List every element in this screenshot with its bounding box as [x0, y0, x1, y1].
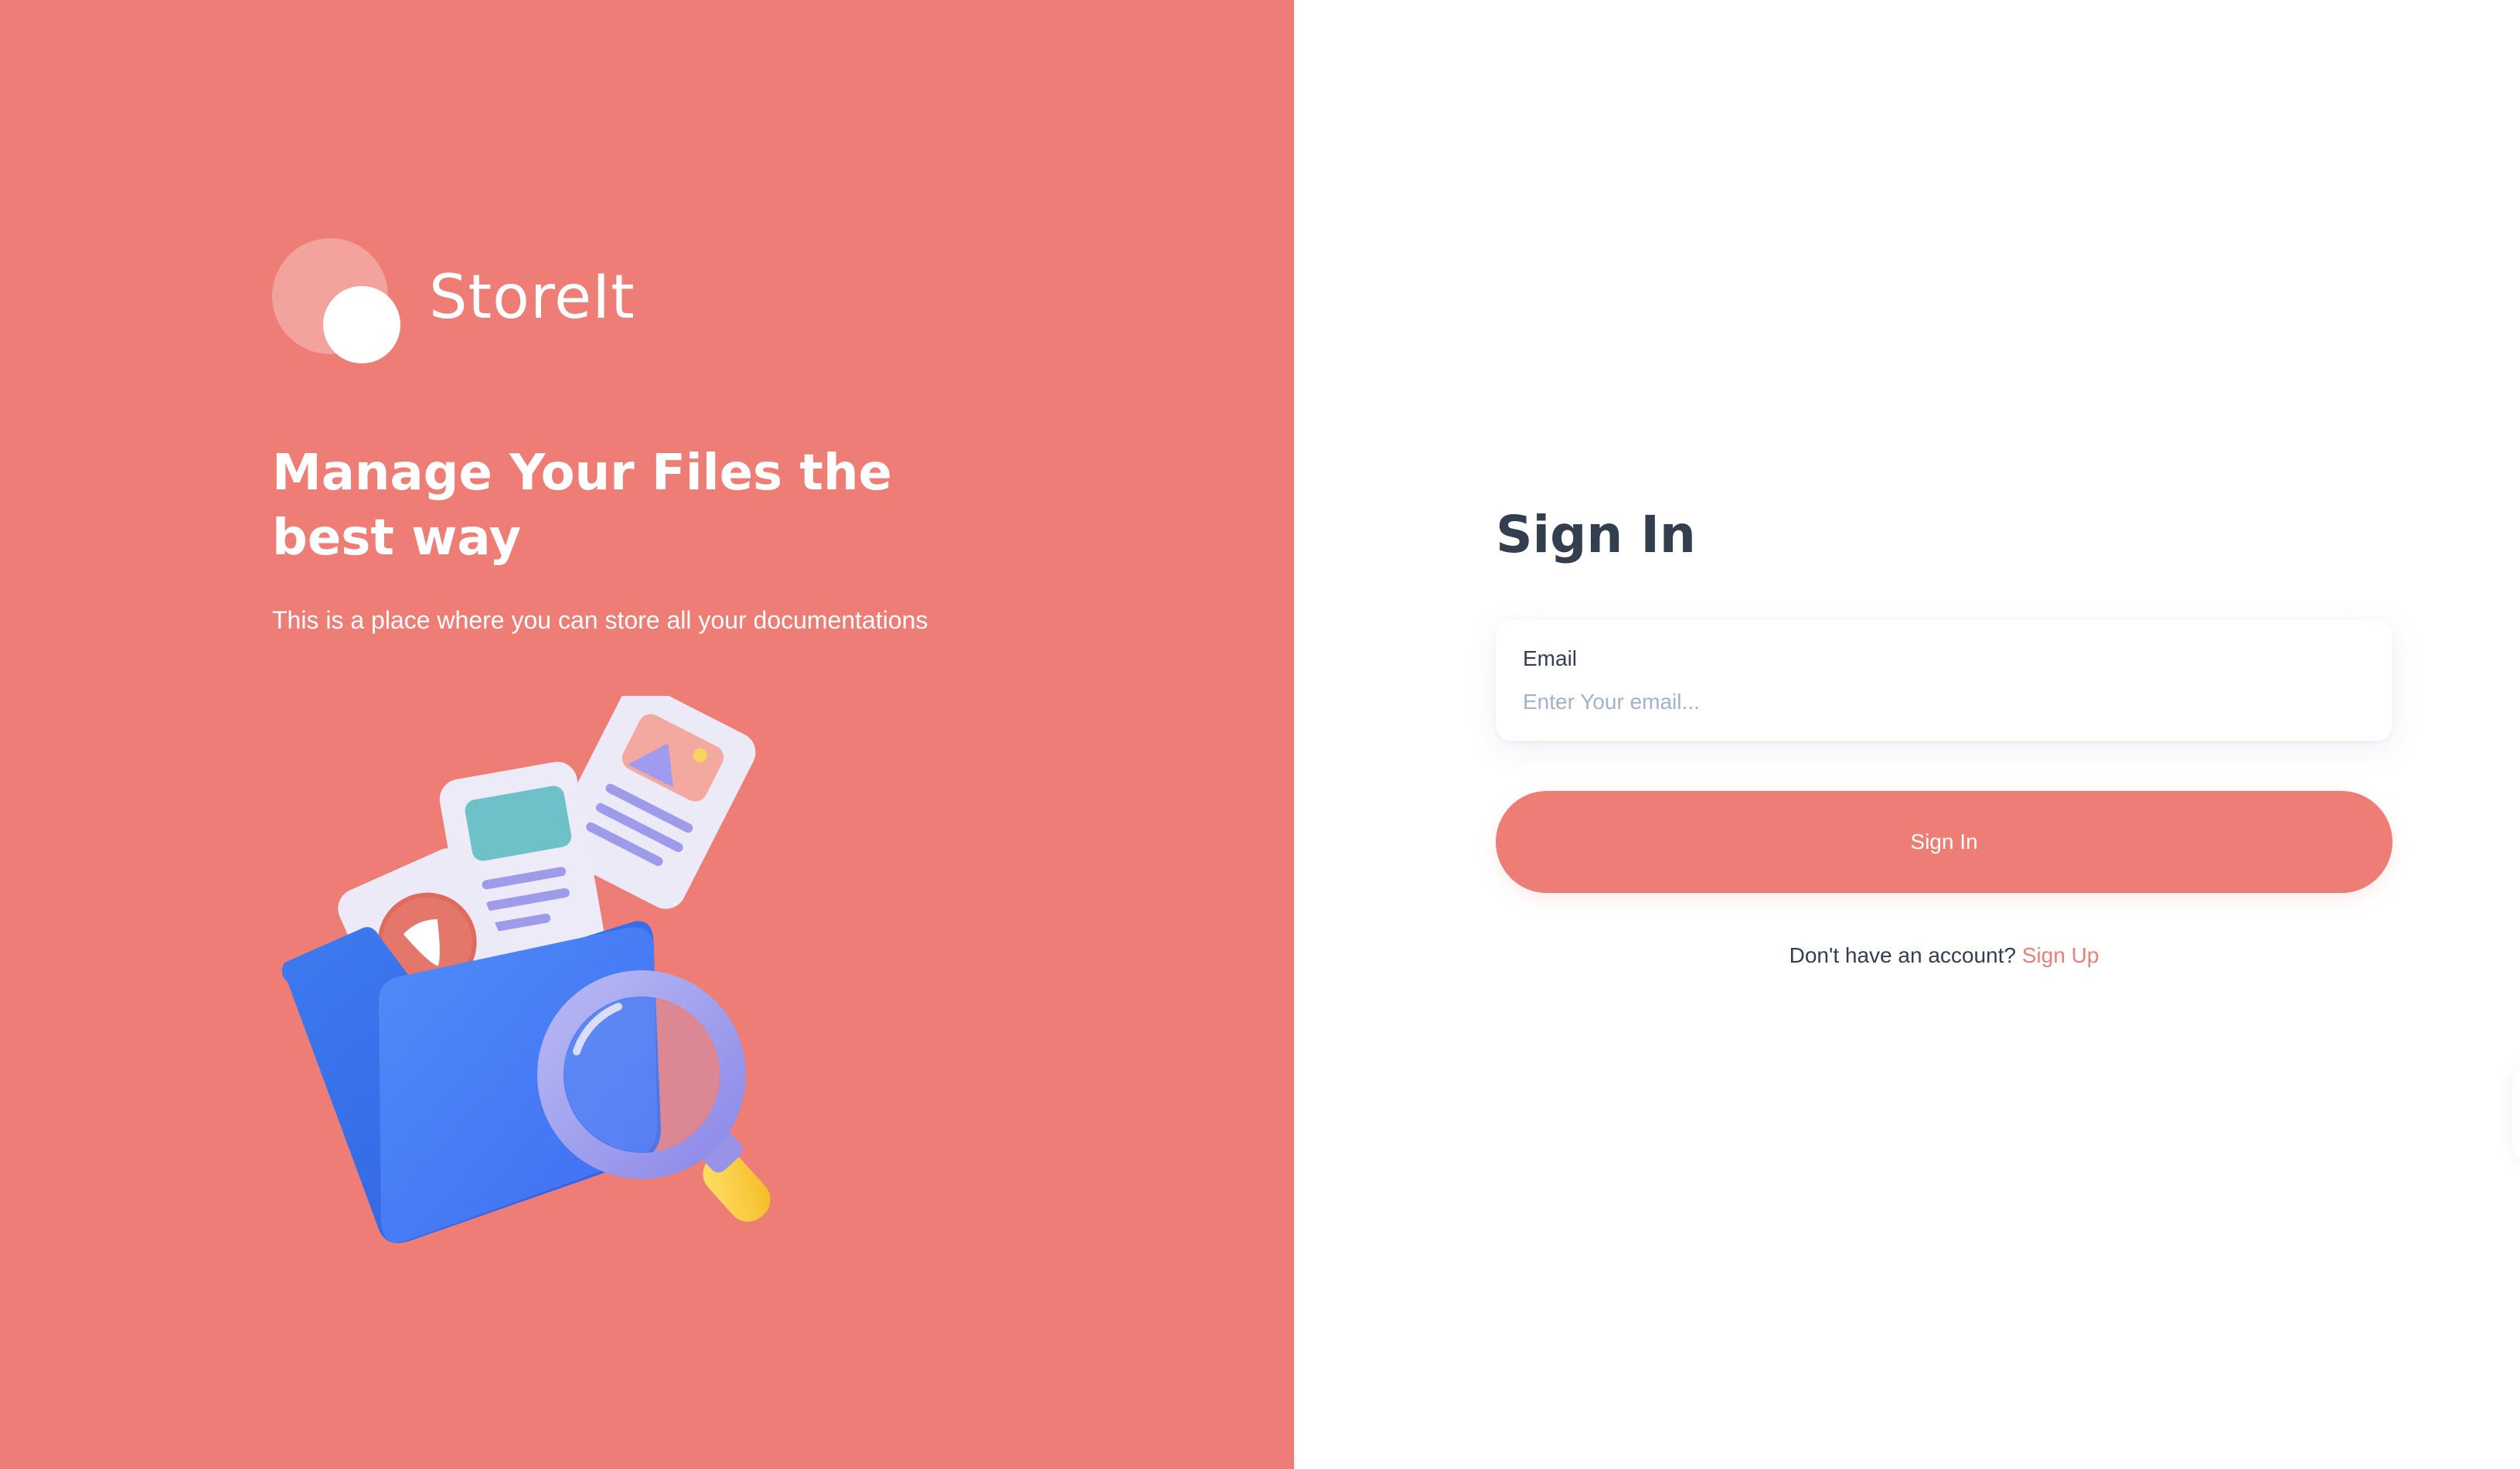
no-account-text: Don't have an account?	[1789, 943, 2016, 967]
floating-widget-edge[interactable]	[2512, 1067, 2520, 1160]
signin-title: Sign In	[1496, 505, 1696, 564]
files-illustration	[281, 696, 771, 1243]
email-input[interactable]	[1523, 685, 2342, 719]
hero-title: Manage Your Files the best way	[272, 445, 892, 567]
signin-button[interactable]: Sign In	[1496, 791, 2392, 893]
logo-dot-icon	[323, 286, 400, 363]
email-label: Email	[1523, 646, 1578, 670]
logo-wordmark: StoreIt	[429, 263, 635, 332]
email-field-card[interactable]: Email	[1496, 620, 2392, 741]
signup-link[interactable]: Sign Up	[2022, 943, 2099, 967]
brand-panel: StoreIt Manage Your Files the best way T…	[0, 0, 1294, 1469]
storeit-logo: StoreIt	[272, 238, 643, 370]
hero-subtitle: This is a place where you can store all …	[272, 606, 928, 634]
signup-prompt: Don't have an account? Sign Up	[1496, 943, 2392, 968]
magnifier-icon	[537, 970, 771, 1222]
